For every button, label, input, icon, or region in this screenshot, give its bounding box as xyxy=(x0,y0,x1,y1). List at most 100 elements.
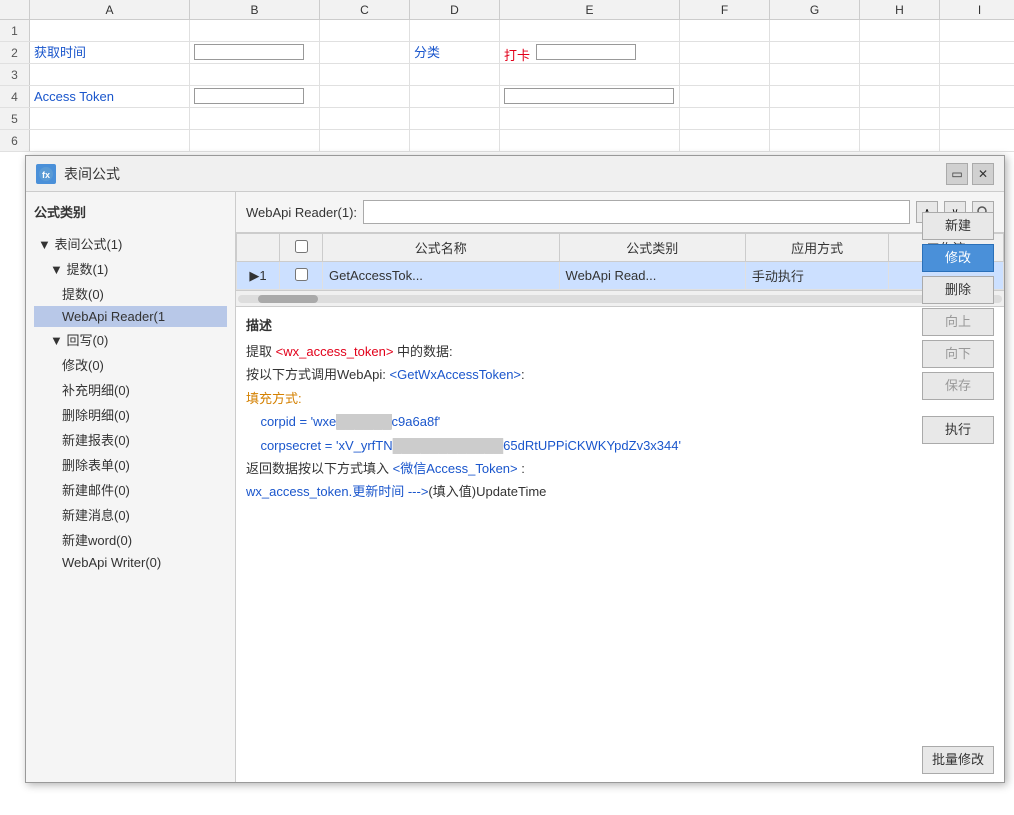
tree-item-delete-detail[interactable]: 删除明细(0) xyxy=(34,402,227,427)
tree-item-formulas[interactable]: ▼ 表间公式(1) xyxy=(34,231,227,256)
desc-line-1: 提取 <wx_access_token> 中的数据: xyxy=(246,340,994,363)
tree-item-new-report[interactable]: 新建报表(0) xyxy=(34,427,227,452)
cell-4i xyxy=(940,86,1014,107)
tree-item-new-email[interactable]: 新建邮件(0) xyxy=(34,477,227,502)
cell-3g xyxy=(770,64,860,85)
cell-5h xyxy=(860,108,940,129)
minimize-button[interactable]: ▭ xyxy=(946,163,968,185)
desc-line-2: 按以下方式调用WebApi: <GetWxAccessToken>: xyxy=(246,363,994,386)
batch-modify-button[interactable]: 批量修改 xyxy=(922,746,994,774)
cell-1g xyxy=(770,20,860,41)
cell-1i xyxy=(940,20,1014,41)
tree-item-new-message[interactable]: 新建消息(0) xyxy=(34,502,227,527)
row-num-6: 6 xyxy=(0,130,30,151)
tree-item-webapi-reader[interactable]: WebApi Reader(1 xyxy=(34,306,227,327)
desc-line-4: corpid = 'wxe██████c9a6a8f' xyxy=(246,410,994,433)
cell-4g xyxy=(770,86,860,107)
cell-4e xyxy=(500,86,680,107)
tree-item-webapi-writer[interactable]: WebApi Writer(0) xyxy=(34,552,227,573)
execute-button[interactable]: 执行 xyxy=(922,416,994,444)
formula-table-area: 公式名称 公式类别 应用方式 工作流 ▶1 GetAccessTok. xyxy=(236,233,1004,782)
col-i-header: I xyxy=(940,0,1014,19)
col-header-check xyxy=(280,234,323,262)
webapi-search-input[interactable] xyxy=(363,200,910,224)
cell-2b xyxy=(190,42,320,63)
cell-1h xyxy=(860,20,940,41)
down-button[interactable]: 向下 xyxy=(922,340,994,368)
col-a-header: A xyxy=(30,0,190,19)
row-idx-1: ▶1 xyxy=(237,262,280,290)
formula-table: 公式名称 公式类别 应用方式 工作流 ▶1 GetAccessTok. xyxy=(236,233,1004,290)
up-button[interactable]: 向上 xyxy=(922,308,994,336)
horizontal-scrollbar[interactable] xyxy=(236,290,1004,306)
col-c-header: C xyxy=(320,0,410,19)
cell-6b xyxy=(190,130,320,151)
dialog-app-icon: fx xyxy=(36,164,56,184)
col-b-header: B xyxy=(190,0,320,19)
select-all-checkbox[interactable] xyxy=(295,240,308,253)
cell-2a: 获取时间 xyxy=(30,42,190,63)
cell-3a xyxy=(30,64,190,85)
cell-6e xyxy=(500,130,680,151)
webapi-label: WebApi Reader(1): xyxy=(246,205,357,220)
tree-item-modify[interactable]: 修改(0) xyxy=(34,352,227,377)
right-top-bar: WebApi Reader(1): ∧ ∨ xyxy=(236,192,1004,233)
new-button[interactable]: 新建 xyxy=(922,212,994,240)
cell-5c xyxy=(320,108,410,129)
cell-1d xyxy=(410,20,500,41)
desc-line-3: 填充方式: xyxy=(246,387,994,410)
modify-button[interactable]: 修改 xyxy=(922,244,994,272)
cell-4f xyxy=(680,86,770,107)
table-row[interactable]: ▶1 GetAccessTok... WebApi Read... 手动执行 xyxy=(237,262,1004,290)
desc-line-5: corpsecret = 'xV_yrfTN████████████65dRtU… xyxy=(246,434,994,457)
sheet-row-6: 6 xyxy=(0,130,1014,152)
col-d-header: D xyxy=(410,0,500,19)
scroll-thumb[interactable] xyxy=(258,295,318,303)
row-check-1[interactable] xyxy=(280,262,323,290)
tree-item-delete-form[interactable]: 删除表单(0) xyxy=(34,452,227,477)
cell-2h xyxy=(860,42,940,63)
batch-modify-area: 批量修改 xyxy=(922,746,994,774)
cell-2g xyxy=(770,42,860,63)
cell-1b xyxy=(190,20,320,41)
cell-3d xyxy=(410,64,500,85)
sheet-row-3: 3 xyxy=(0,64,1014,86)
col-header-apply: 应用方式 xyxy=(745,234,888,262)
cell-4b xyxy=(190,86,320,107)
cell-2e: 打卡 xyxy=(500,42,680,63)
cell-2d: 分类 xyxy=(410,42,500,63)
cell-5e xyxy=(500,108,680,129)
tree-item-fetch-0[interactable]: 提数(0) xyxy=(34,281,227,306)
tree-item-writeback[interactable]: ▼ 回写(0) xyxy=(34,327,227,352)
cell-4d xyxy=(410,86,500,107)
desc-content: 提取 <wx_access_token> 中的数据: 按以下方式调用WebApi… xyxy=(246,340,994,501)
dialog-titlebar: fx 表间公式 ▭ ✕ xyxy=(26,156,1004,192)
desc-line-6: 返回数据按以下方式填入 <微信Access_Token> : xyxy=(246,457,994,480)
save-button[interactable]: 保存 xyxy=(922,372,994,400)
close-button[interactable]: ✕ xyxy=(972,163,994,185)
left-panel: 公式类别 ▼ 表间公式(1) ▼ 提数(1) 提数(0) WebApi Read… xyxy=(26,192,236,782)
cell-6a xyxy=(30,130,190,151)
tree-item-new-word[interactable]: 新建word(0) xyxy=(34,527,227,552)
row-checkbox-1[interactable] xyxy=(295,268,308,281)
tree-item-supplement[interactable]: 补充明细(0) xyxy=(34,377,227,402)
cell-5a xyxy=(30,108,190,129)
scroll-track xyxy=(238,295,1002,303)
cell-3h xyxy=(860,64,940,85)
col-header-idx xyxy=(237,234,280,262)
row-num-5: 5 xyxy=(0,108,30,129)
dialog-body: 公式类别 ▼ 表间公式(1) ▼ 提数(1) 提数(0) WebApi Read… xyxy=(26,192,1004,782)
tree-item-fetch[interactable]: ▼ 提数(1) xyxy=(34,256,227,281)
cell-2c xyxy=(320,42,410,63)
cell-2i xyxy=(940,42,1014,63)
cell-3c xyxy=(320,64,410,85)
corpsecret-line: corpsecret = 'xV_yrfTN████████████65dRtU… xyxy=(260,438,681,453)
delete-button[interactable]: 删除 xyxy=(922,276,994,304)
desc-line-7: wx_access_token.更新时间 --->(填入值)UpdateTime xyxy=(246,480,994,501)
formula-name-1: GetAccessTok... xyxy=(323,262,560,290)
cell-4c xyxy=(320,86,410,107)
cell-5f xyxy=(680,108,770,129)
dialog-title-text: 表间公式 xyxy=(64,164,120,184)
description-area: 描述 提取 <wx_access_token> 中的数据: 按以下方式调用Web… xyxy=(236,306,1004,501)
svg-text:fx: fx xyxy=(42,170,50,180)
